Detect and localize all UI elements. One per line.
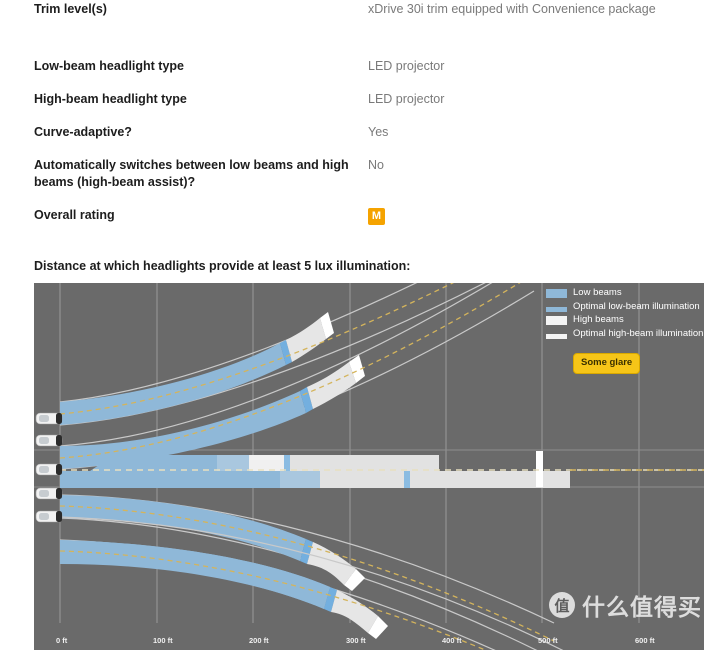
legend-label: Optimal high-beam illumination — [573, 327, 704, 339]
axis-tick-200: 200 ft — [249, 636, 269, 645]
car-icon — [35, 463, 63, 476]
table-row: Trim level(s) xDrive 30i trim equipped w… — [34, 1, 674, 18]
legend-item-optimal-low-beam: Optimal low-beam illumination — [546, 301, 704, 314]
scenario-gradual-left-curve — [59, 283, 535, 470]
spec-value: LED projector — [368, 59, 445, 73]
car-icon — [35, 412, 63, 425]
spec-label: Overall rating — [34, 208, 115, 222]
car-icon — [35, 434, 63, 447]
spec-label: Automatically switches between low beams… — [34, 158, 349, 189]
legend-item-low-beams: Low beams — [546, 287, 704, 300]
page-title: Distance at which headlights provide at … — [34, 259, 411, 273]
spec-label: Low-beam headlight type — [34, 59, 185, 73]
legend-label: High beams — [573, 314, 624, 325]
table-row: Low-beam headlight type LED projector — [34, 58, 674, 75]
car-icon — [35, 487, 63, 500]
high-beam-swatch-icon — [546, 316, 567, 325]
spec-label: High-beam headlight type — [34, 92, 187, 106]
spec-value: M — [368, 207, 668, 225]
car-icon — [35, 510, 63, 523]
status-badge: M — [368, 208, 385, 225]
axis-tick-100: 100 ft — [153, 636, 173, 645]
table-row: High-beam headlight type LED projector — [34, 91, 674, 108]
spec-label: Trim level(s) — [34, 2, 107, 16]
scenario-gradual-right-curve — [59, 494, 555, 650]
table-row: Overall rating M — [34, 207, 674, 225]
scenario-straightaway — [60, 451, 704, 488]
vehicle-icon-group — [35, 412, 63, 523]
glare-badge: Some glare — [573, 353, 641, 374]
axis-tick-300: 300 ft — [346, 636, 366, 645]
axis-tick-600: 600 ft — [635, 636, 655, 645]
table-row: Curve-adaptive? Yes — [34, 124, 674, 141]
headlight-illumination-chart: Low beams Optimal low-beam illumination … — [34, 283, 704, 650]
axis-tick-500: 500 ft — [538, 636, 558, 645]
legend-label: Low beams — [573, 287, 622, 298]
scenario-sharp-right-curve — [59, 516, 564, 650]
spec-value: xDrive 30i trim equipped with Convenienc… — [368, 2, 656, 16]
spec-value: Yes — [368, 125, 389, 139]
table-row: Automatically switches between low beams… — [34, 157, 674, 190]
spec-value: No — [368, 158, 384, 172]
spec-value: LED projector — [368, 92, 445, 106]
axis-tick-400: 400 ft — [442, 636, 462, 645]
spec-label: Curve-adaptive? — [34, 125, 132, 139]
chart-legend: Low beams Optimal low-beam illumination … — [546, 287, 704, 374]
low-beam-swatch-icon — [546, 289, 567, 298]
optimal-low-beam-swatch-icon — [546, 303, 567, 312]
legend-item-optimal-high-beam: Optimal high-beam illumination — [546, 328, 704, 341]
legend-item-high-beams: High beams — [546, 314, 704, 327]
legend-label: Optimal low-beam illumination — [573, 300, 700, 312]
axis-tick-0: 0 ft — [56, 636, 68, 645]
optimal-high-beam-swatch-icon — [546, 330, 567, 339]
